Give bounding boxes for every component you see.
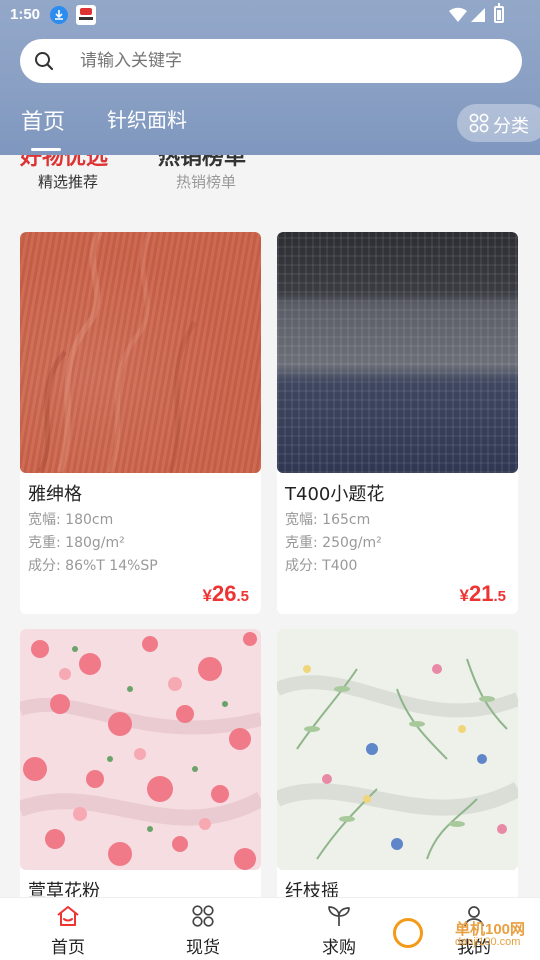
tab-knit-fabric[interactable]: 针织面料 (107, 104, 187, 133)
nav-home-label: 首页 (51, 938, 85, 958)
app-notification-icon (76, 5, 96, 25)
product-weight: 克重: 250g/m² (285, 535, 382, 551)
watermark-logo: 单机100网 danji100.com (389, 912, 539, 958)
subtab-featured-title[interactable]: 好物优选 (20, 155, 108, 171)
price-symbol: ¥ (202, 586, 212, 605)
status-time: 1:50 (10, 6, 41, 23)
signal-icon (471, 8, 485, 22)
category-button[interactable]: 分类 (457, 104, 540, 142)
watermark-sub: danji100.com (455, 936, 521, 948)
price-decimal: .5 (236, 588, 249, 605)
category-grid-icon (469, 113, 489, 133)
download-icon (50, 6, 68, 24)
product-image[interactable] (20, 232, 261, 473)
tab-home[interactable]: 首页 (21, 104, 65, 136)
product-name: T400小题花 (285, 484, 385, 505)
product-card[interactable]: 萱草花粉 (20, 629, 261, 929)
product-card[interactable]: T400小题花 宽幅: 165cm 克重: 250g/m² 成分: T400 ¥… (277, 232, 518, 614)
nav-request-label: 求购 (322, 938, 356, 958)
product-name: 雅绅格 (28, 484, 82, 505)
subtab-hot-title[interactable]: 热销榜单 (158, 155, 246, 171)
product-image[interactable] (277, 629, 518, 870)
product-weight: 克重: 180g/m² (28, 535, 125, 551)
search-icon (35, 52, 54, 71)
price-integer: 21 (469, 581, 494, 606)
product-image[interactable] (277, 232, 518, 473)
price-symbol: ¥ (459, 586, 469, 605)
product-content: 成分: T400 (285, 558, 358, 574)
product-width: 宽幅: 180cm (28, 512, 114, 528)
search-input[interactable] (80, 39, 500, 83)
home-icon (57, 906, 79, 926)
category-label: 分类 (493, 116, 529, 137)
product-card[interactable]: 纤枝摇 (277, 629, 518, 929)
grid-icon (192, 905, 214, 927)
tab-indicator (31, 148, 61, 151)
product-price: ¥21.5 (460, 581, 506, 607)
price-integer: 26 (212, 581, 237, 606)
product-price: ¥26.5 (203, 581, 249, 607)
watermark-plus-icon (393, 918, 423, 948)
status-bar: 1:50 (0, 0, 540, 32)
sub-tabs: 好物优选 热销榜单 精选推荐 热销榜单 (0, 155, 540, 215)
product-card[interactable]: 雅绅格 宽幅: 180cm 克重: 180g/m² 成分: 86%T 14%SP… (20, 232, 261, 614)
search-bar[interactable] (20, 39, 522, 83)
subtab-hot-label[interactable]: 热销榜单 (176, 171, 236, 192)
subtab-featured-label[interactable]: 精选推荐 (38, 171, 98, 192)
wifi-icon (449, 7, 467, 23)
product-image[interactable] (20, 629, 261, 870)
sprout-icon (328, 906, 350, 926)
product-content: 成分: 86%T 14%SP (28, 558, 158, 574)
nav-stock-label: 现货 (186, 938, 220, 958)
price-decimal: .5 (493, 588, 506, 605)
battery-icon (494, 3, 504, 23)
product-width: 宽幅: 165cm (285, 512, 371, 528)
